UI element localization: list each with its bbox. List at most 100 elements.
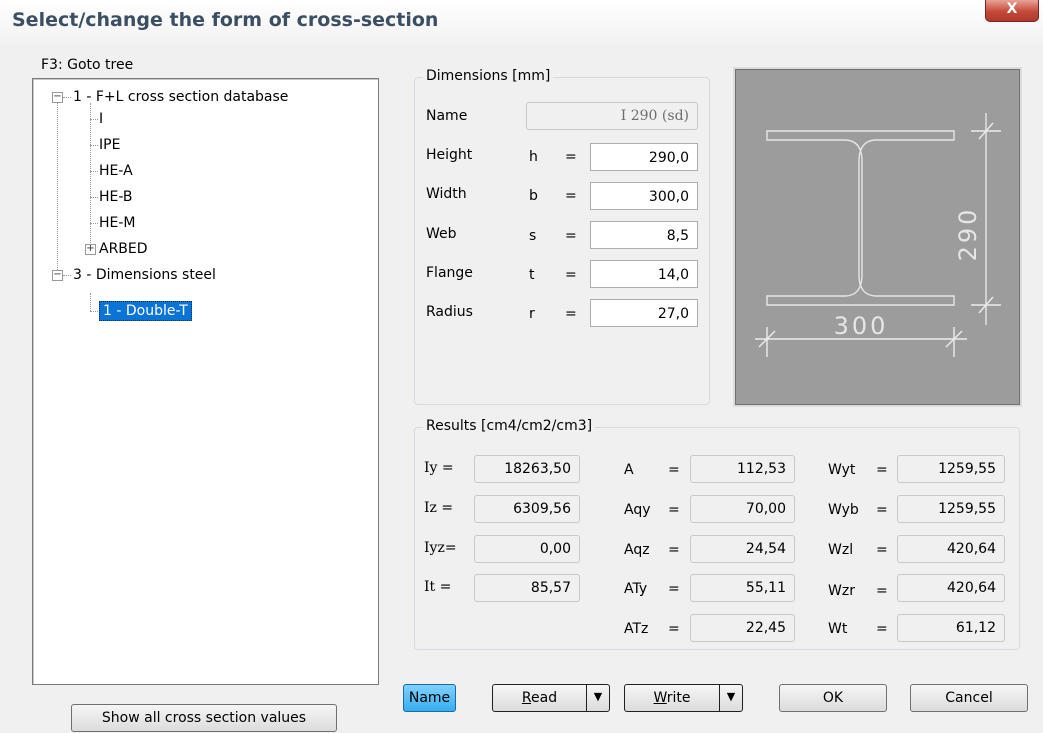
ok-button[interactable]: OK [779, 684, 887, 712]
tree-node-i[interactable]: I [99, 110, 103, 128]
tree-connector [63, 97, 71, 98]
tree-connector [63, 275, 71, 276]
flange-symbol: t [529, 267, 535, 283]
cross-section-preview: 290 300 [733, 67, 1022, 407]
web-eq: = [565, 228, 577, 244]
name-field: I 290 (sd) [526, 102, 698, 130]
a-label: A [624, 462, 634, 478]
width-eq: = [565, 188, 577, 204]
radius-label: Radius [426, 304, 473, 320]
height-eq: = [565, 149, 577, 165]
aqz-label: Aqz [624, 542, 650, 558]
tree-node-hea[interactable]: HE-A [99, 162, 133, 180]
height-input[interactable]: 290,0 [590, 143, 698, 171]
iy-label: Iy = [424, 460, 454, 476]
height-dimension-label: 290 [954, 207, 982, 262]
wt-eq: = [876, 621, 888, 637]
tree-node-heb[interactable]: HE-B [99, 188, 133, 206]
tree-guide-line [90, 293, 91, 311]
tree-node-ipe[interactable]: IPE [99, 136, 120, 154]
aqy-value: 70,00 [690, 495, 795, 523]
wyb-label: Wyb [828, 502, 859, 518]
tree-node-arbed[interactable]: ARBED [99, 240, 148, 258]
iyz-value: 0,00 [474, 535, 580, 563]
aty-value: 55,11 [690, 574, 795, 602]
cross-section-tree[interactable]: − 1 - F+L cross section database I IPE H… [32, 78, 379, 685]
aqz-eq: = [668, 542, 680, 558]
aqy-label: Aqy [624, 502, 651, 518]
width-symbol: b [529, 188, 538, 204]
atz-eq: = [668, 621, 680, 637]
tree-connector [90, 197, 98, 198]
window-title: Select/change the form of cross-section [12, 9, 439, 31]
write-dropdown-arrow-icon[interactable]: ▼ [719, 684, 743, 712]
name-label: Name [426, 108, 468, 124]
wyb-value: 1259,55 [897, 495, 1005, 523]
iyz-label: Iyz= [424, 540, 457, 556]
aty-label: ATy [624, 581, 648, 597]
iz-value: 6309,56 [474, 495, 580, 523]
wyt-eq: = [876, 462, 888, 478]
a-value: 112,53 [690, 455, 795, 483]
it-value: 85,57 [474, 574, 580, 602]
close-button[interactable]: X [985, 0, 1039, 22]
results-title: Results [cm4/cm2/cm3] [423, 418, 596, 434]
width-dimension-label: 300 [834, 312, 889, 340]
web-label: Web [426, 226, 457, 242]
radius-symbol: r [529, 306, 535, 322]
wt-label: Wt [828, 621, 848, 637]
tree-connector [90, 311, 98, 312]
collapse-icon[interactable]: − [52, 92, 63, 103]
tree-guide-line [90, 103, 91, 253]
read-dropdown-arrow-icon[interactable]: ▼ [586, 684, 610, 712]
radius-input[interactable]: 27,0 [590, 299, 698, 327]
tree-node-double-t[interactable]: 1 - Double-T [99, 301, 192, 321]
tree-node-hem[interactable]: HE-M [99, 214, 136, 232]
cancel-button[interactable]: Cancel [910, 684, 1028, 712]
flange-eq: = [565, 267, 577, 283]
flange-label: Flange [426, 265, 473, 281]
height-label: Height [426, 147, 473, 163]
wzl-value: 420,64 [897, 535, 1005, 563]
tree-guide-line [57, 99, 58, 274]
dimensions-title: Dimensions [mm] [423, 68, 554, 84]
aqz-value: 24,54 [690, 535, 795, 563]
tree-node-database[interactable]: 1 - F+L cross section database [73, 88, 288, 106]
tree-connector [90, 223, 98, 224]
wzl-label: Wzl [828, 542, 854, 558]
iy-value: 18263,50 [474, 455, 580, 483]
aty-eq: = [668, 581, 680, 597]
tree-node-dimensions-steel[interactable]: 3 - Dimensions steel [73, 266, 216, 284]
tree-connector [90, 145, 98, 146]
read-label: ead [531, 690, 558, 706]
i-beam-drawing: 290 300 [755, 113, 1001, 357]
height-symbol: h [529, 149, 538, 165]
aqy-eq: = [668, 502, 680, 518]
wzr-eq: = [876, 583, 888, 599]
tree-label: F3: Goto tree [41, 57, 134, 73]
web-input[interactable]: 8,5 [590, 221, 698, 249]
iz-label: Iz = [424, 500, 454, 516]
wyt-value: 1259,55 [897, 455, 1005, 483]
wzr-label: Wzr [828, 583, 855, 599]
name-button[interactable]: Name [403, 684, 456, 712]
flange-input[interactable]: 14,0 [590, 260, 698, 288]
wyb-eq: = [876, 502, 888, 518]
write-label: rite [666, 690, 691, 706]
write-button[interactable]: Write [624, 684, 720, 712]
radius-eq: = [565, 306, 577, 322]
it-label: It = [424, 579, 452, 595]
wzr-value: 420,64 [897, 574, 1005, 602]
show-all-values-button[interactable]: Show all cross section values [71, 704, 337, 732]
width-input[interactable]: 300,0 [590, 182, 698, 210]
read-accelerator: R [521, 690, 531, 706]
atz-label: ATz [624, 621, 649, 637]
wzl-eq: = [876, 542, 888, 558]
tree-connector [90, 171, 98, 172]
wt-value: 61,12 [897, 614, 1005, 642]
a-eq: = [668, 462, 680, 478]
read-button[interactable]: Read [492, 684, 587, 712]
write-accelerator: W [653, 690, 667, 706]
expand-icon[interactable]: + [85, 244, 96, 255]
collapse-icon[interactable]: − [52, 270, 63, 281]
